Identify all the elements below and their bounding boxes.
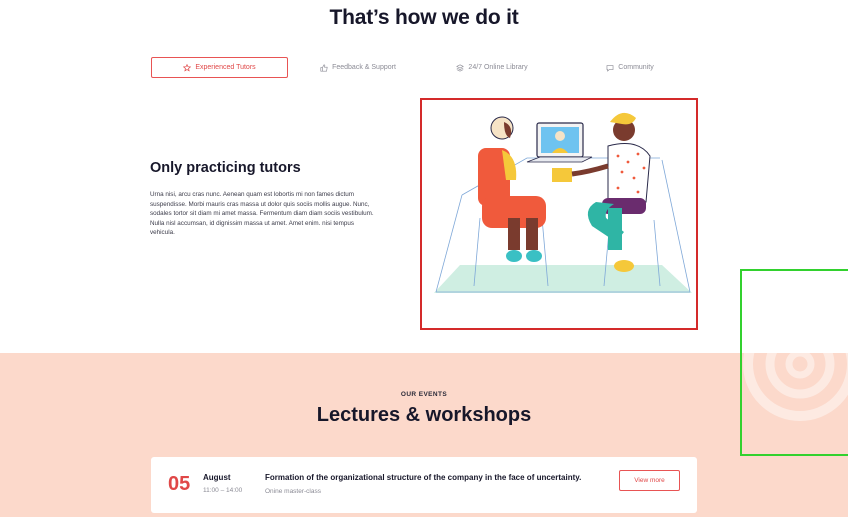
tab-label: Experienced Tutors bbox=[195, 64, 256, 71]
tab-feedback-support[interactable]: Feedback & Support bbox=[303, 57, 413, 78]
star-icon bbox=[183, 63, 192, 71]
feature-description: Urna nisi, arcu cras nunc. Aenean quam e… bbox=[150, 191, 374, 237]
highlight-frame bbox=[740, 269, 848, 456]
tab-experienced-tutors[interactable]: Experienced Tutors bbox=[151, 57, 288, 78]
section-title: That’s how we do it bbox=[329, 6, 519, 29]
layers-icon bbox=[456, 63, 465, 72]
events-title: Lectures & workshops bbox=[316, 404, 532, 426]
tutoring-illustration bbox=[420, 98, 698, 330]
feature-tabs: Experienced Tutors Feedback & Support 24… bbox=[151, 57, 697, 78]
thumbs-up-icon bbox=[320, 63, 328, 72]
tab-online-library[interactable]: 24/7 Online Library bbox=[436, 57, 548, 78]
events-eyebrow: OUR EVENTS bbox=[400, 391, 448, 398]
event-time: 11:00 – 14:00 bbox=[203, 487, 243, 494]
event-month: August bbox=[203, 473, 231, 482]
feature-heading: Only practicing tutors bbox=[150, 160, 301, 176]
tab-label: Feedback & Support bbox=[332, 64, 396, 71]
chat-icon bbox=[606, 64, 614, 72]
tab-label: Community bbox=[618, 64, 654, 71]
tab-label: 24/7 Online Library bbox=[468, 64, 528, 71]
tutoring-illustration-art bbox=[434, 112, 692, 293]
view-more-button[interactable]: View more bbox=[619, 470, 680, 491]
tab-community[interactable]: Community bbox=[581, 57, 679, 78]
event-card: 05 August 11:00 – 14:00 Formation of the… bbox=[151, 457, 697, 513]
event-type: Onine master-class bbox=[265, 488, 321, 495]
event-day: 05 bbox=[168, 473, 191, 495]
event-title: Formation of the organizational structur… bbox=[265, 473, 582, 482]
